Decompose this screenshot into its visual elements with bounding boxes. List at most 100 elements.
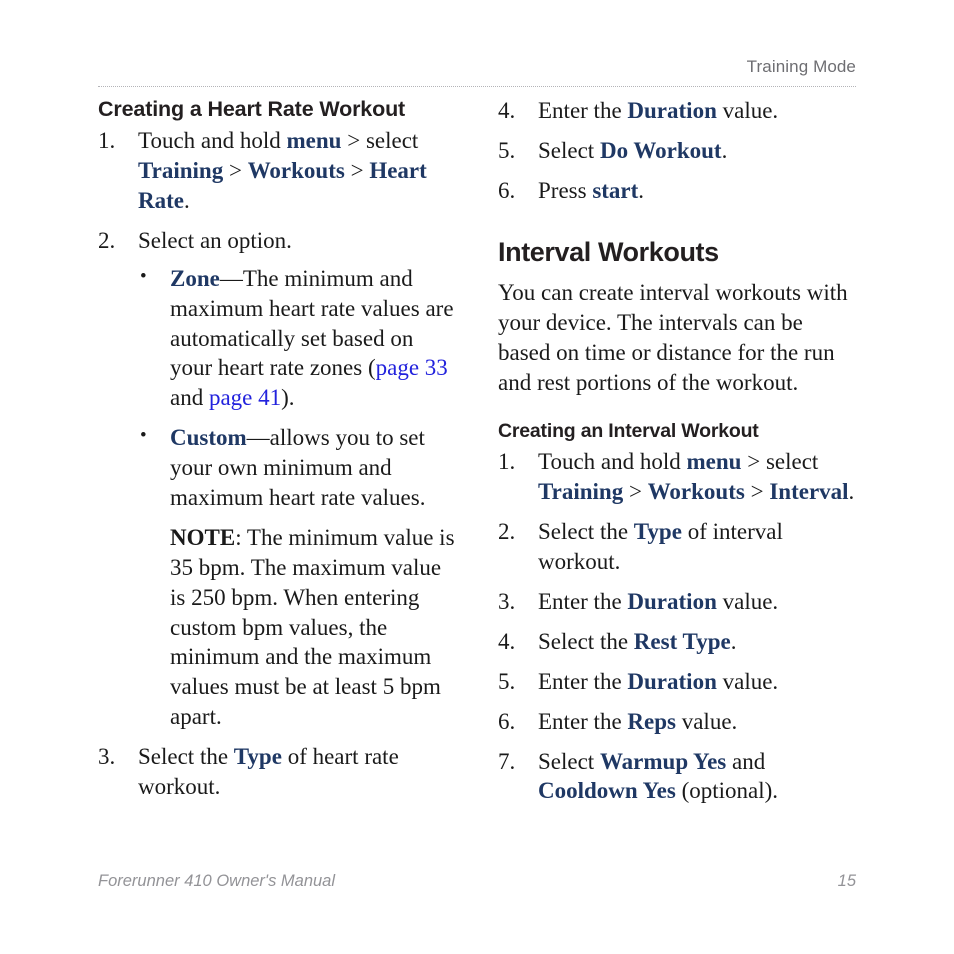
step-number: 6. — [498, 177, 516, 203]
manual-page: Training Mode Creating a Heart Rate Work… — [0, 0, 954, 954]
text-run: Enter the — [538, 708, 628, 734]
ui-term: Do Workout — [599, 137, 722, 163]
numbered-step: 7. Select Warmup Yes and Cooldown Yes (op… — [498, 747, 856, 807]
text-run: ). — [281, 385, 295, 411]
interval-workout-steps: 1. Touch and hold menu > select Training … — [498, 447, 856, 806]
text-run: value. — [716, 588, 779, 614]
text-run: Select — [538, 137, 600, 163]
text-run: Enter the — [538, 668, 628, 694]
cross-reference-link[interactable]: page 33 — [376, 355, 448, 380]
text-run: > select — [341, 128, 419, 154]
step-text: Touch and hold menu > select Training > … — [138, 128, 427, 213]
note-paragraph: NOTE: The minimum value is 35 bpm. The m… — [170, 523, 456, 732]
text-run: Enter the — [538, 98, 628, 123]
numbered-step: 1. Touch and hold menu > select Training … — [98, 126, 456, 216]
text-run: value. — [716, 98, 779, 123]
numbered-step: 5. Enter the Duration value. — [498, 667, 856, 697]
text-run: Touch and hold — [138, 128, 287, 154]
option-bullet-item: • Custom—allows you to set your own minim… — [138, 423, 456, 732]
step-text: Enter the Duration value. — [538, 98, 778, 123]
ui-term: start — [592, 177, 639, 203]
header-dotted-rule — [98, 86, 856, 87]
ui-term: Type — [633, 519, 682, 545]
text-run: : The minimum value is 35 bpm. The maxim… — [170, 524, 455, 730]
ui-term: Interval — [769, 479, 849, 505]
ui-term: menu — [286, 128, 342, 154]
numbered-step: 4. Select the Rest Type. — [498, 627, 856, 657]
bullet-text: Zone—The minimum and maximum heart rate … — [170, 266, 454, 411]
right-column: 4. Enter the Duration value. 5. Select Do W… — [498, 96, 856, 816]
text-run: (optional). — [675, 778, 779, 804]
step-text: Touch and hold menu > select Training > … — [538, 449, 854, 504]
numbered-step: 2. Select an option. • Zone—The minimum and… — [98, 226, 456, 732]
two-column-body: Creating a Heart Rate Workout 1. Touch an… — [98, 96, 856, 816]
step-text: Select the Rest Type. — [538, 629, 736, 654]
numbered-step: 3. Enter the Duration value. — [498, 587, 856, 617]
running-head: Training Mode — [746, 57, 856, 76]
text-run: . — [730, 628, 737, 654]
cross-reference-link[interactable]: page 41 — [209, 385, 281, 410]
text-run: Press — [538, 177, 593, 203]
text-run: > — [223, 158, 248, 184]
text-run: value. — [716, 668, 779, 694]
left-column: Creating a Heart Rate Workout 1. Touch an… — [98, 96, 456, 816]
text-run: . — [638, 177, 645, 203]
ui-term: Duration — [627, 588, 717, 614]
text-run: Select an option. — [138, 227, 292, 253]
text-run: > select — [741, 449, 819, 475]
text-run: . — [721, 137, 728, 163]
footer-manual-title: Forerunner 410 Owner's Manual — [98, 872, 336, 890]
step-text: Enter the Duration value. — [538, 589, 778, 614]
text-run: > — [744, 479, 770, 505]
interval-workouts-intro: You can create interval workouts with yo… — [498, 280, 848, 395]
ui-term: Duration — [627, 668, 717, 694]
text-run: Select the — [138, 744, 234, 770]
ui-term: Duration — [627, 98, 717, 123]
step-number: 5. — [498, 668, 516, 694]
numbered-step: 5. Select Do Workout. — [498, 136, 856, 166]
numbered-step: 2. Select the Type of interval workout. — [498, 517, 856, 577]
ui-term: Reps — [627, 708, 676, 734]
text-run: Select the — [538, 628, 634, 654]
numbered-step: 4. Enter the Duration value. — [498, 96, 856, 126]
text-run: > — [623, 479, 648, 505]
step-text: Select the Type of heart rate workout. — [138, 744, 399, 799]
numbered-step: 6. Press start. — [498, 176, 856, 206]
text-run: Enter the — [538, 588, 628, 614]
step-number: 2. — [498, 519, 516, 545]
ui-term: Type — [233, 744, 282, 770]
text-run: . — [183, 188, 190, 213]
creating-interval-workout-subheading: Creating an Interval Workout — [498, 419, 759, 442]
bullet-text: Custom—allows you to set your own minimu… — [170, 425, 425, 510]
option-bullet-item: • Zone—The minimum and maximum heart rate… — [138, 264, 456, 413]
step-text: Enter the Duration value. — [538, 669, 778, 694]
step-number: 2. — [98, 227, 116, 253]
ui-term: Warmup Yes — [599, 748, 727, 774]
step-number: 5. — [498, 137, 516, 163]
step-text: Enter the Reps value. — [538, 709, 737, 734]
heart-rate-workout-steps: 1. Touch and hold menu > select Training … — [98, 126, 456, 802]
footer-page-number: 15 — [837, 872, 856, 890]
ui-term: Rest Type — [633, 628, 731, 654]
text-run: > — [344, 158, 370, 184]
heart-rate-workout-steps-continued: 4. Enter the Duration value. 5. Select Do W… — [498, 96, 856, 206]
text-run: value. — [675, 708, 738, 734]
step-number: 4. — [498, 628, 516, 654]
option-bullet-list: • Zone—The minimum and maximum heart rate… — [138, 264, 456, 732]
numbered-step: 3. Select the Type of heart rate workout. — [98, 742, 456, 802]
ui-term: Workouts — [647, 479, 745, 505]
ui-term: Training — [538, 479, 624, 505]
left-section-heading: Creating a Heart Rate Workout — [98, 97, 406, 121]
step-number: 7. — [498, 748, 516, 774]
step-number: 6. — [498, 708, 516, 734]
step-number: 1. — [498, 449, 516, 475]
ui-term: Training — [138, 158, 224, 184]
interval-workouts-heading: Interval Workouts — [498, 236, 719, 267]
bullet-dot-icon: • — [140, 425, 147, 447]
bullet-dot-icon: • — [140, 265, 147, 287]
page-footer: Forerunner 410 Owner's Manual 15 — [98, 872, 856, 891]
step-text: Select the Type of interval workout. — [538, 519, 783, 574]
text-run: and — [170, 385, 209, 411]
ui-term: menu — [686, 449, 742, 475]
ui-term: Zone — [170, 265, 220, 291]
